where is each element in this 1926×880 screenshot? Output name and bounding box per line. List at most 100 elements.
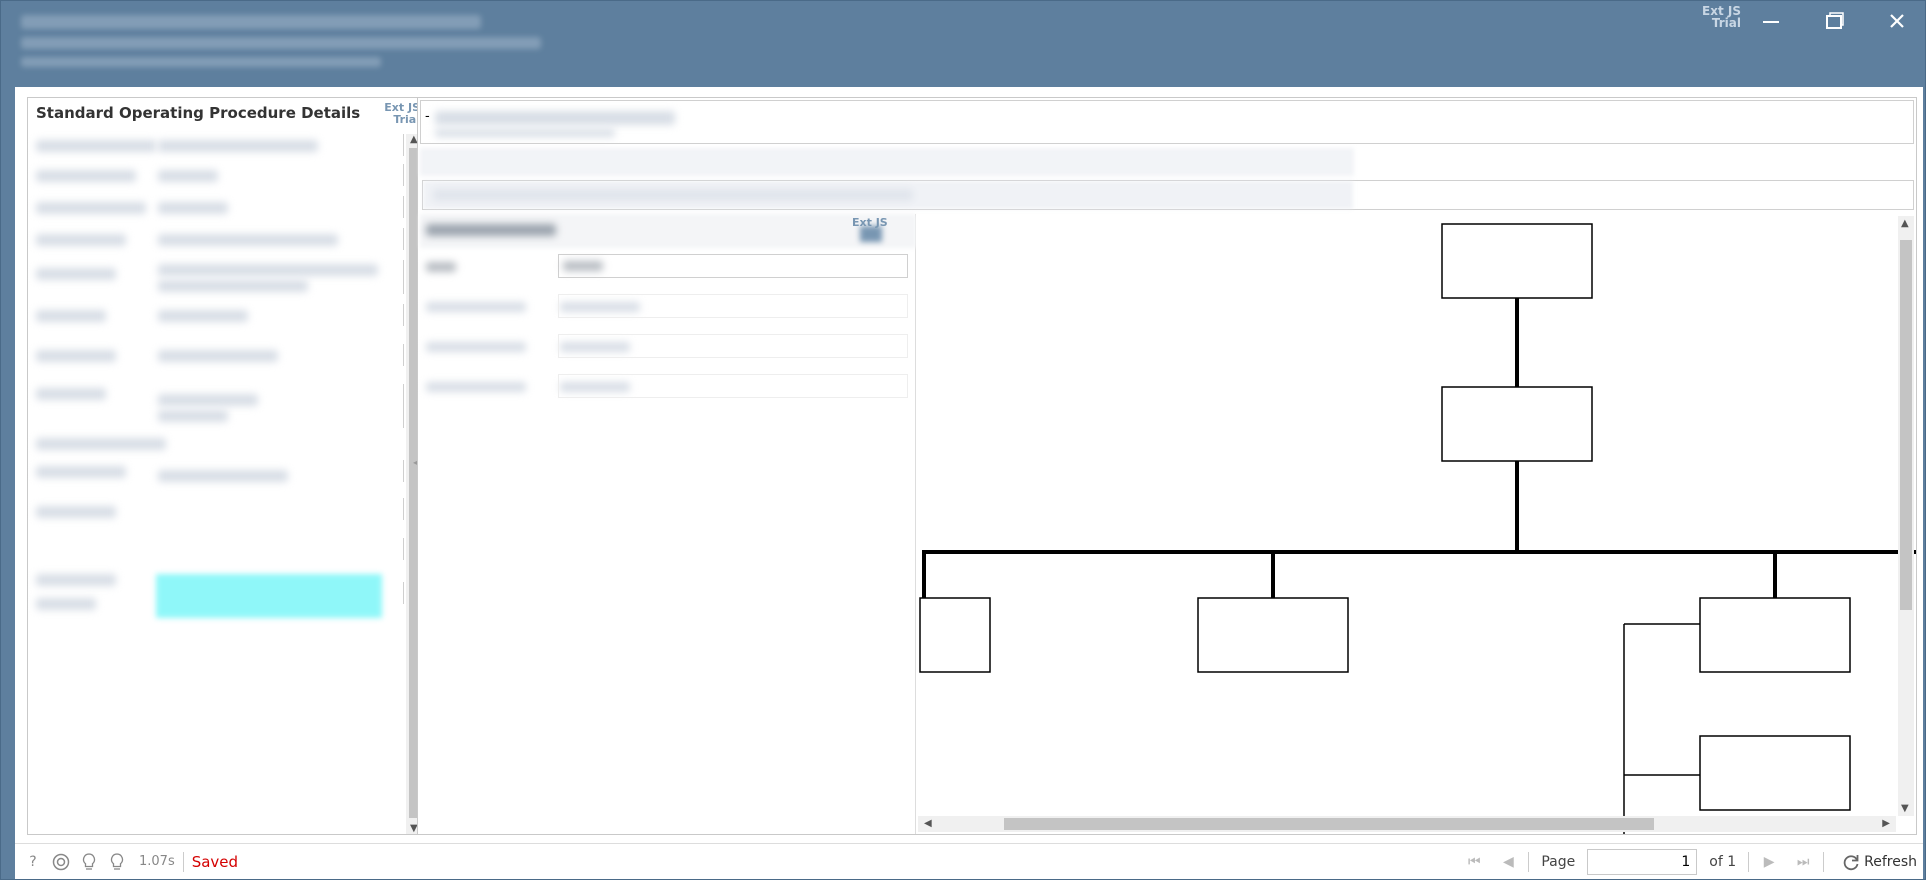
status-bar: ? 1.07s Saved ⏮ ◀ Page of 1 ▶ ⏭ Refresh (15, 843, 1923, 879)
form-field[interactable] (158, 498, 404, 520)
blurred-subtitle-2 (21, 57, 381, 67)
lifebuoy-icon (52, 853, 70, 870)
diagram-node[interactable] (1441, 386, 1593, 462)
blurred-label (36, 234, 126, 246)
properties-field[interactable] (558, 294, 908, 318)
toolbar-field[interactable] (422, 180, 1914, 210)
lightbulb-icon (82, 852, 96, 870)
blurred-label (426, 262, 456, 272)
scroll-left-icon[interactable]: ◀ (924, 818, 932, 829)
blurred-label (36, 202, 146, 214)
blurred-label (426, 302, 526, 312)
form-field[interactable] (158, 134, 404, 156)
blurred-label (36, 140, 156, 152)
blurred-label (36, 268, 116, 280)
blurred-label (36, 438, 166, 450)
diagram-vertical-scrollbar[interactable]: ▲ ▼ (1898, 216, 1914, 816)
properties-field[interactable] (558, 374, 908, 398)
load-time: 1.07s (139, 854, 175, 869)
maximize-icon (1826, 12, 1844, 29)
page-label: Page (1541, 854, 1576, 870)
diagram-node[interactable] (919, 597, 991, 673)
support-button[interactable] (47, 850, 75, 874)
form-field[interactable] (158, 538, 404, 560)
blurred-toolbar-overlay (423, 181, 1353, 209)
blurred-label (36, 598, 96, 610)
form-field[interactable] (158, 228, 404, 250)
form-field[interactable] (158, 582, 404, 604)
blurred-label (36, 350, 116, 362)
page-input[interactable] (1587, 849, 1698, 875)
form-field[interactable] (158, 164, 404, 186)
blurred-label (36, 388, 106, 400)
header-field[interactable]: - (420, 100, 1914, 144)
flow-diagram[interactable] (916, 214, 1916, 834)
properties-field[interactable] (558, 334, 908, 358)
blurred-label (426, 342, 526, 352)
blurred-properties-title (426, 224, 556, 236)
lightbulb-icon (110, 852, 124, 870)
form-field[interactable] (158, 304, 404, 326)
next-page-button[interactable]: ▶ (1755, 850, 1783, 874)
pager-separator (1823, 852, 1825, 872)
flow-diagram-canvas (919, 223, 1916, 834)
help-button[interactable]: ? (19, 850, 47, 874)
diagram-node[interactable] (1197, 597, 1349, 673)
minimize-button[interactable] (1751, 7, 1791, 35)
panel-trial-watermark: Ext JS Trial (384, 102, 420, 126)
scroll-down-icon[interactable]: ▼ (1901, 803, 1909, 814)
form-field[interactable] (158, 196, 404, 218)
scroll-thumb[interactable] (1004, 818, 1654, 830)
close-icon (1890, 14, 1904, 28)
prev-page-button[interactable]: ◀ (1494, 850, 1522, 874)
trial-line-2: Trial (1711, 16, 1741, 30)
sop-flow-panel: - Ext JS ▲ ▼ ◀ ▶ (417, 97, 1917, 835)
tips-button[interactable] (75, 850, 103, 874)
scroll-right-icon[interactable]: ▶ (1882, 818, 1890, 829)
panel-title: Standard Operating Procedure Details (36, 104, 361, 122)
maximize-button[interactable] (1814, 7, 1854, 35)
pagination-toolbar: ⏮ ◀ Page of 1 ▶ ⏭ Refresh (1460, 844, 1917, 880)
properties-panel: Ext JS (420, 214, 916, 834)
panel-trial-line-2: Trial (393, 113, 420, 126)
first-page-button[interactable]: ⏮ (1460, 850, 1488, 874)
save-status: Saved (191, 852, 239, 871)
minimize-icon (1763, 21, 1779, 23)
diagram-node[interactable] (1699, 735, 1851, 811)
app-window: Ext JS Trial Standard Operating Procedur… (0, 0, 1926, 880)
form-field[interactable] (158, 460, 404, 482)
diagram-node[interactable] (1441, 223, 1593, 299)
main-content: Standard Operating Procedure Details Ext… (15, 87, 1923, 843)
pager-separator (1748, 852, 1750, 872)
ideas-button[interactable] (103, 850, 131, 874)
title-bar: Ext JS Trial (1, 1, 1926, 85)
scroll-thumb[interactable] (1900, 240, 1912, 610)
sop-details-panel: Standard Operating Procedure Details Ext… (27, 97, 425, 835)
pager-separator (1528, 852, 1530, 872)
page-count: of 1 (1709, 854, 1737, 870)
refresh-label: Refresh (1864, 854, 1917, 870)
status-separator (182, 851, 184, 872)
blurred-label (36, 310, 106, 322)
trial-watermark: Ext JS Trial (1697, 5, 1741, 29)
header-dash: - (425, 109, 430, 124)
blurred-label (36, 574, 116, 586)
form-field[interactable] (158, 344, 404, 366)
diagram-node[interactable] (1699, 597, 1851, 673)
last-page-button[interactable]: ⏭ (1789, 850, 1817, 874)
blurred-label (36, 506, 116, 518)
close-button[interactable] (1877, 7, 1917, 35)
refresh-icon (1843, 855, 1859, 871)
properties-field[interactable] (558, 254, 908, 278)
form-field[interactable] (158, 260, 404, 294)
diagram-horizontal-scrollbar[interactable]: ◀ ▶ (918, 816, 1896, 832)
blurred-label (426, 382, 526, 392)
blurred-label (36, 170, 136, 182)
blurred-properties-icon (860, 226, 882, 242)
blurred-header-subtext (435, 129, 615, 137)
blurred-toolbar (420, 148, 1354, 176)
form-field[interactable] (158, 384, 404, 428)
blurred-label (36, 466, 126, 478)
scroll-up-icon[interactable]: ▲ (1901, 218, 1909, 229)
refresh-button[interactable]: Refresh (1842, 853, 1917, 871)
